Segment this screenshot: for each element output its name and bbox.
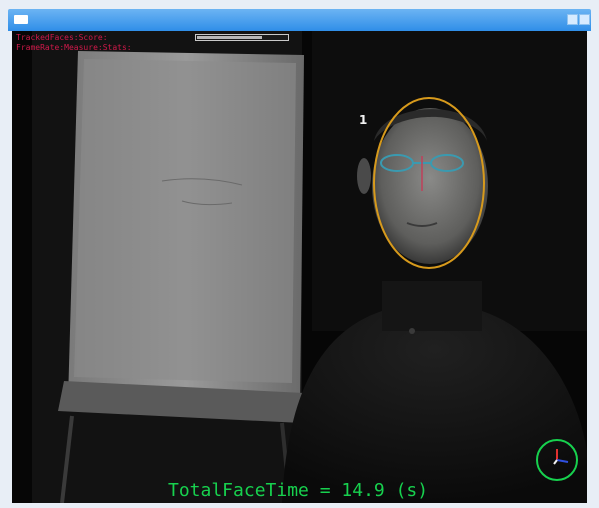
camera-frame [12,31,587,503]
processing-progress-bar [195,34,289,41]
hud-line-1: TrackedFaces:Score: [16,33,108,42]
app-window: TrackedFaces:Score: FrameRate:Measure:St… [0,0,599,508]
close-icon[interactable] [579,14,590,25]
flipchart-paper [74,59,296,383]
shirt-button [409,328,415,334]
progress-fill [197,36,262,39]
gauge-axis-x [556,459,569,463]
head-pose-gauge-icon [536,439,578,481]
gauge-axis-z [553,459,558,465]
person-ear [357,158,371,194]
total-face-time-readout: TotalFaceTime = 14.9 (s) [168,480,429,501]
minimize-icon[interactable] [567,14,578,25]
person-neck [382,281,482,331]
face-id-label: 1 [359,113,368,127]
window-icon[interactable] [14,15,28,24]
title-bar[interactable] [8,9,591,31]
camera-view: TrackedFaces:Score: FrameRate:Measure:St… [12,31,587,503]
hud-line-2: FrameRate:Measure:Stats: [16,43,132,52]
